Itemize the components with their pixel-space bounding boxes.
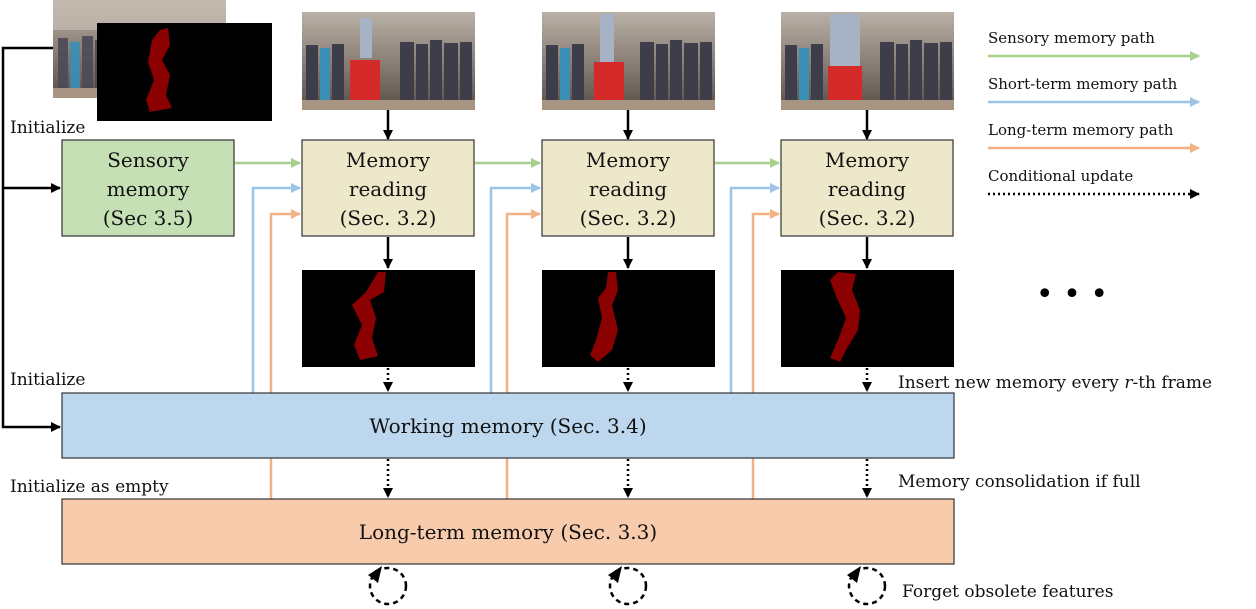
legend-conditional-label: Conditional update [988,167,1133,185]
legend: Sensory memory path Short-term memory pa… [988,29,1200,199]
short-term-path-arrow-1 [251,183,301,393]
memory-reading-box-3: Memory reading (Sec. 3.2) [780,139,954,237]
legend-sensory-label: Sensory memory path [988,29,1155,47]
svg-text:Long-term memory (Sec. 3.3): Long-term memory (Sec. 3.3) [359,520,657,544]
sensory-memory-box: Sensory memory (Sec 3.5) [61,139,235,237]
initialize-longterm-label: Initialize as empty [10,477,169,497]
frame-image-3 [781,12,954,110]
forget-loop-icon-3 [847,566,887,606]
long-term-memory-box: Long-term memory (Sec. 3.3) [61,498,955,565]
output-mask-1 [302,270,475,367]
frame-image-1 [302,12,475,110]
svg-text:Memory: Memory [825,148,910,172]
consolidation-label: Memory consolidation if full [898,472,1141,492]
memory-reading-box-1: Memory reading (Sec. 3.2) [301,139,475,237]
initialize-working-label: Initialize [10,370,85,390]
short-term-path-arrow-3 [729,183,780,393]
forget-loop-icon-2 [608,566,648,606]
memory-reading-box-2: Memory reading (Sec. 3.2) [541,139,715,237]
output-mask-3 [781,270,954,367]
svg-text:reading: reading [589,177,667,201]
svg-text:(Sec. 3.2): (Sec. 3.2) [340,206,437,230]
forget-loop-icon-1 [368,566,408,606]
svg-text:memory: memory [107,177,190,201]
initialize-sensory-label: Initialize [10,118,85,138]
svg-text:Memory: Memory [586,148,671,172]
output-mask-2 [542,270,715,367]
svg-text:(Sec 3.5): (Sec 3.5) [103,206,194,230]
working-memory-box: Working memory (Sec. 3.4) [61,392,955,459]
svg-text:(Sec. 3.2): (Sec. 3.2) [819,206,916,230]
short-term-path-arrow-2 [489,183,541,393]
insert-memory-label: Insert new memory every r-th frame [898,373,1212,393]
svg-text:reading: reading [828,177,906,201]
svg-text:reading: reading [349,177,427,201]
forget-label: Forget obsolete features [902,582,1113,602]
legend-short-term-label: Short-term memory path [988,75,1178,93]
continuation-ellipsis: • • • [1036,277,1108,312]
svg-text:Memory: Memory [346,148,431,172]
legend-long-term-label: Long-term memory path [988,121,1174,139]
svg-text:Sensory: Sensory [107,148,189,172]
svg-text:(Sec. 3.2): (Sec. 3.2) [580,206,677,230]
svg-text:Working memory (Sec. 3.4): Working memory (Sec. 3.4) [369,414,646,438]
first-frame-mask [97,23,272,121]
frame-image-2 [542,12,715,110]
memory-architecture-diagram: Initialize Initialize Initialize as empt… [1,0,1212,606]
